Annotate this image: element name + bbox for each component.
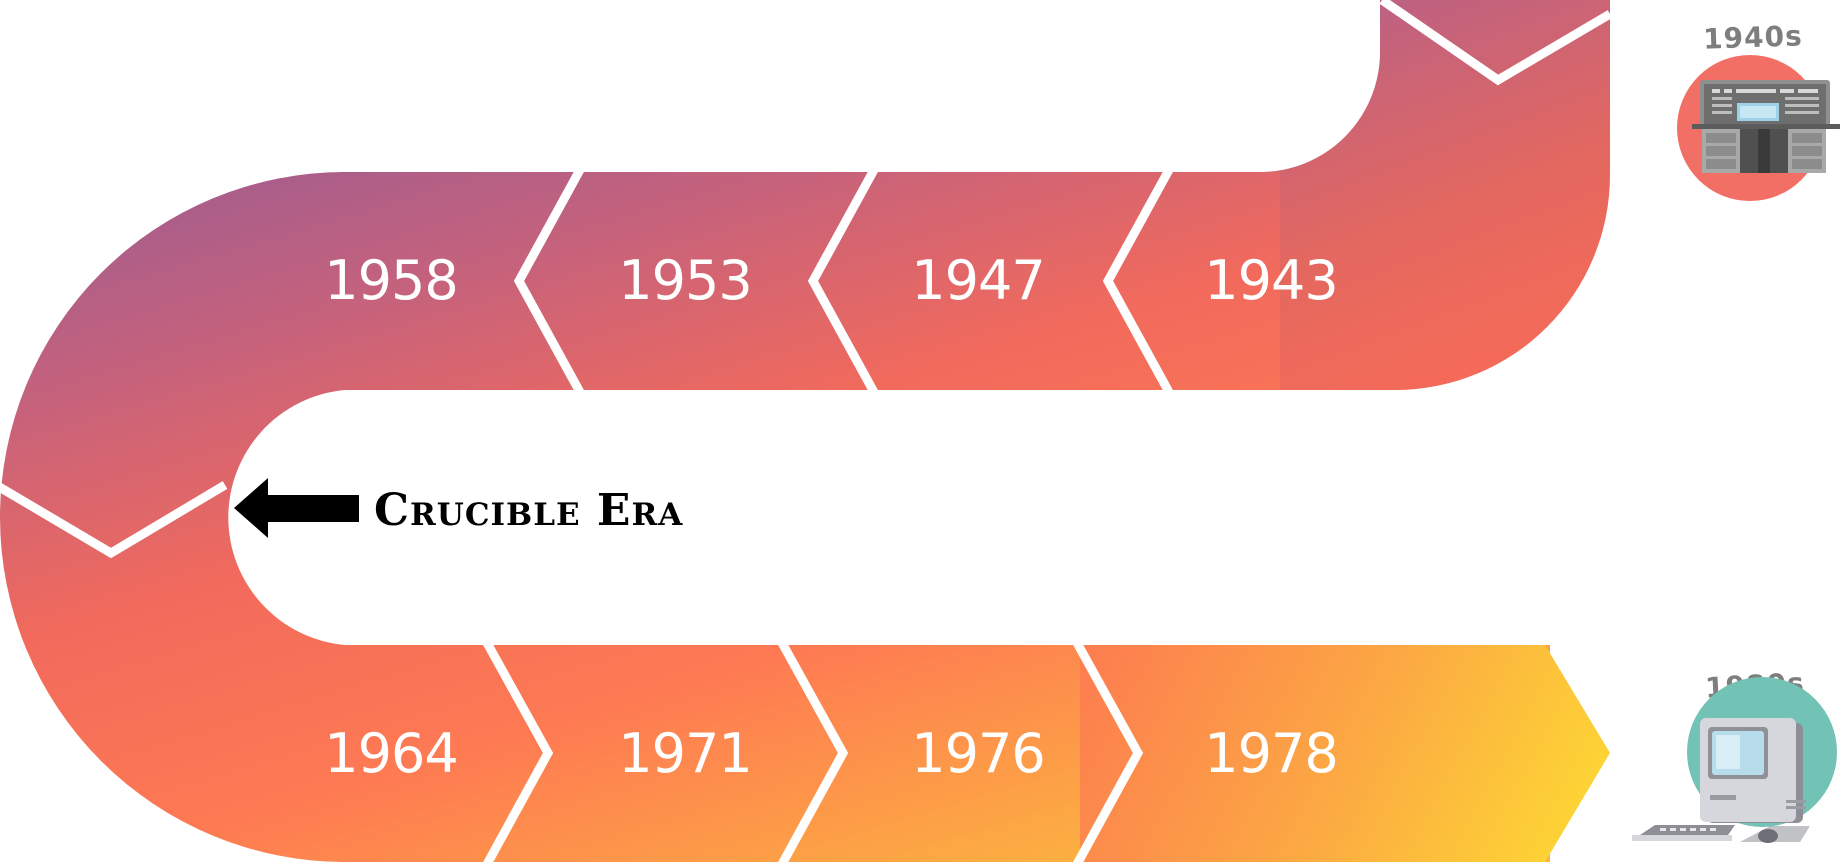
road-arrow-tip xyxy=(1080,645,1610,862)
era-label: Crucible Era xyxy=(374,485,683,536)
mainframe-computer-icon: 1940s xyxy=(1677,19,1840,201)
year-label-upper-2: 1953 xyxy=(618,249,751,312)
year-label-upper-1: 1958 xyxy=(324,249,457,312)
timeline-road xyxy=(0,0,1610,862)
computer-mouse xyxy=(1740,826,1810,843)
year-label-lower-2: 1971 xyxy=(618,722,751,785)
era-annotation: Crucible Era xyxy=(234,478,683,538)
personal-computer-icon: 1980s xyxy=(1632,666,1837,843)
mainframe-desk xyxy=(1692,80,1840,173)
left-arrow-icon xyxy=(234,478,359,538)
year-label-lower-4: 1978 xyxy=(1204,722,1337,785)
computer-keyboard xyxy=(1632,825,1735,841)
year-label-lower-1: 1964 xyxy=(324,722,457,785)
year-label-lower-3: 1976 xyxy=(911,722,1044,785)
computer-monitor xyxy=(1700,718,1806,823)
mask xyxy=(1160,0,1260,170)
year-label-upper-4: 1943 xyxy=(1204,249,1337,312)
road-curve-top-right xyxy=(1260,0,1610,390)
timeline-diagram: 1958 1953 1947 1943 1964 1971 1976 1978 … xyxy=(0,0,1840,865)
decade-label-1940s: 1940s xyxy=(1703,19,1804,55)
year-label-upper-3: 1947 xyxy=(911,249,1044,312)
